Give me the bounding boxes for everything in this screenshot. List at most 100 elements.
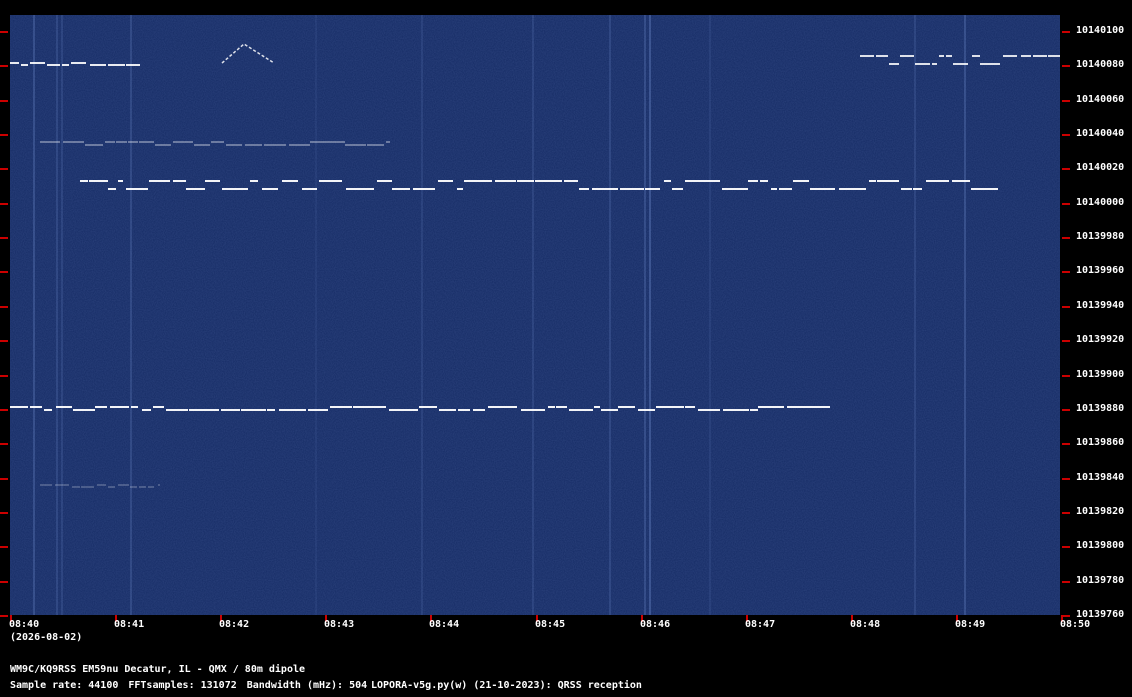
frequency-tick-right bbox=[1062, 100, 1070, 102]
frequency-tick-left bbox=[0, 478, 8, 480]
frequency-tick-left bbox=[0, 443, 8, 445]
signal-segment bbox=[10, 62, 19, 64]
frequency-tick-right bbox=[1062, 271, 1070, 273]
signal-segment bbox=[186, 188, 193, 190]
signal-segment bbox=[564, 180, 578, 182]
signal-segment bbox=[370, 406, 386, 408]
signal-segment bbox=[40, 141, 60, 143]
time-label: 08:50 bbox=[1060, 619, 1091, 630]
signal-segment bbox=[569, 409, 593, 411]
signal-segment bbox=[226, 144, 242, 146]
signal-segment bbox=[810, 188, 835, 190]
signal-segment bbox=[126, 64, 134, 66]
signal-segment bbox=[158, 484, 160, 486]
signal-segment bbox=[264, 144, 286, 146]
frequency-label: 10140020 bbox=[1076, 162, 1125, 173]
station-label: WM9C/KQ9RSS EM59nu Decatur, IL - QMX / 8… bbox=[10, 664, 306, 675]
frequency-tick-left bbox=[0, 271, 8, 273]
signal-segment bbox=[876, 55, 888, 57]
frequency-tick-right bbox=[1062, 546, 1070, 548]
fft-samples-label: FFTsamples: 131072 bbox=[128, 680, 237, 691]
frequency-label: 10140000 bbox=[1076, 197, 1125, 208]
signal-segment bbox=[535, 180, 562, 182]
signal-segment bbox=[750, 409, 758, 411]
frequency-tick-left bbox=[0, 203, 8, 205]
signal-segment bbox=[222, 188, 248, 190]
signal-segment bbox=[134, 64, 140, 66]
signal-segment bbox=[245, 144, 262, 146]
frequency-tick-left bbox=[0, 340, 8, 342]
signal-segment bbox=[131, 406, 138, 408]
signal-segment bbox=[926, 180, 949, 182]
signal-segment bbox=[823, 406, 830, 408]
signal-segment bbox=[142, 409, 151, 411]
signal-segment bbox=[282, 180, 298, 182]
sample-rate-label: Sample rate: 44100 bbox=[10, 680, 119, 691]
frequency-tick-left bbox=[0, 581, 8, 583]
frequency-tick-left bbox=[0, 237, 8, 239]
signal-segment bbox=[166, 409, 188, 411]
signal-segment bbox=[771, 188, 777, 190]
signal-segment bbox=[110, 406, 129, 408]
frequency-tick-right bbox=[1062, 237, 1070, 239]
signal-segment bbox=[63, 141, 75, 143]
signal-segment bbox=[495, 180, 516, 182]
frequency-label: 10139800 bbox=[1076, 540, 1125, 551]
signal-segment bbox=[44, 409, 52, 411]
frequency-label: 10139880 bbox=[1076, 403, 1125, 414]
signal-segment bbox=[81, 486, 94, 488]
signal-segment bbox=[464, 180, 492, 182]
signal-segment bbox=[289, 144, 310, 146]
signal-segment bbox=[601, 409, 618, 411]
signal-segment bbox=[946, 55, 952, 57]
signal-segment bbox=[367, 144, 384, 146]
frequency-tick-left bbox=[0, 31, 8, 33]
spectrogram-canvas bbox=[10, 15, 1060, 615]
signal-segment bbox=[173, 180, 186, 182]
signal-segment bbox=[698, 409, 720, 411]
time-label: 08:40 bbox=[9, 619, 40, 630]
signal-segment bbox=[345, 144, 366, 146]
signal-segment bbox=[877, 180, 899, 182]
frequency-tick-right bbox=[1062, 306, 1070, 308]
time-label: 08:46 bbox=[640, 619, 671, 630]
time-label: 08:47 bbox=[745, 619, 776, 630]
signal-segment bbox=[279, 409, 306, 411]
signal-segment bbox=[108, 486, 115, 488]
signal-segment bbox=[685, 406, 695, 408]
signal-segment bbox=[953, 63, 968, 65]
signal-segment bbox=[90, 64, 106, 66]
signal-segment bbox=[1033, 55, 1047, 57]
signal-segment bbox=[267, 409, 275, 411]
time-label: 08:42 bbox=[219, 619, 250, 630]
signal-segment bbox=[62, 64, 69, 66]
frequency-tick-right bbox=[1062, 443, 1070, 445]
signal-segment bbox=[95, 406, 107, 408]
signal-segment bbox=[10, 406, 28, 408]
time-label: 08:41 bbox=[114, 619, 145, 630]
signal-segment bbox=[932, 63, 937, 65]
signal-segment bbox=[118, 484, 129, 486]
signal-segment bbox=[389, 409, 418, 411]
signal-segment bbox=[189, 409, 219, 411]
signal-segment bbox=[913, 188, 922, 190]
signal-segment bbox=[594, 406, 600, 408]
frequency-label: 10139860 bbox=[1076, 437, 1125, 448]
signal-segment bbox=[40, 484, 52, 486]
frequency-tick-left bbox=[0, 65, 8, 67]
signal-segment bbox=[116, 141, 127, 143]
signal-segment bbox=[302, 188, 317, 190]
signal-segment bbox=[685, 180, 698, 182]
signal-segment bbox=[889, 63, 899, 65]
frequency-tick-right bbox=[1062, 168, 1070, 170]
signal-segment bbox=[458, 409, 470, 411]
qrss-grabber-window: 10140100 10140080 10140060 10140040 10140020… bbox=[0, 0, 1132, 697]
signal-segment bbox=[330, 406, 352, 408]
signal-segment bbox=[30, 406, 42, 408]
frequency-tick-right bbox=[1062, 409, 1070, 411]
time-label: 08:49 bbox=[955, 619, 986, 630]
signal-segment bbox=[860, 55, 874, 57]
signal-segment bbox=[80, 180, 88, 182]
signal-segment bbox=[722, 188, 748, 190]
signal-segment bbox=[21, 64, 28, 66]
